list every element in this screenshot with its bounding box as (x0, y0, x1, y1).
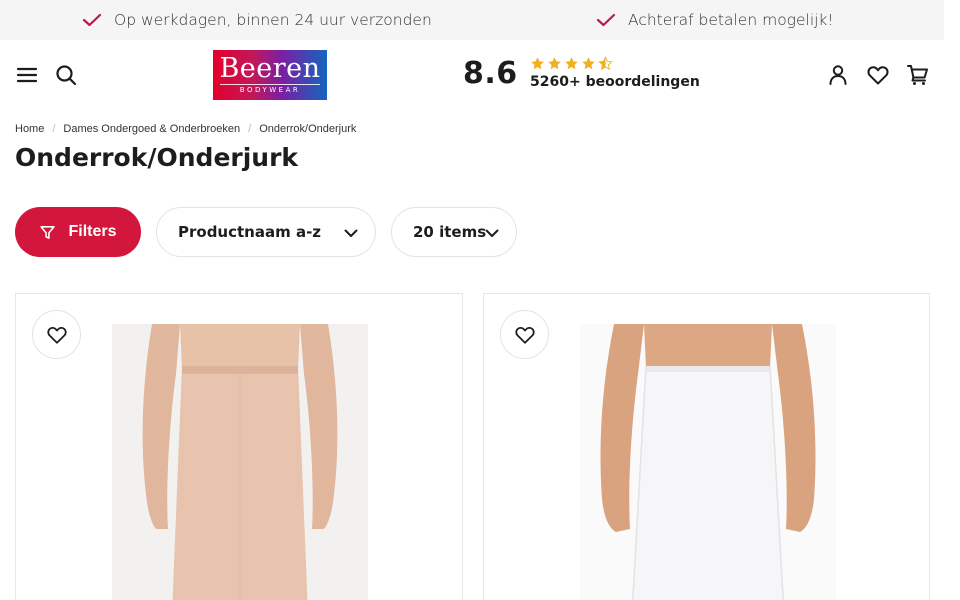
heart-icon (514, 326, 535, 344)
usp-text: Op werkdagen, binnen 24 uur verzonden (114, 11, 432, 29)
wishlist-button[interactable] (32, 310, 81, 359)
breadcrumb: Home / Dames Ondergoed & Onderbroeken / … (15, 123, 356, 135)
product-card[interactable] (15, 293, 463, 600)
breadcrumb-separator: / (248, 123, 252, 135)
logo-wordmark: Beeren (219, 52, 321, 84)
star-icon (582, 57, 595, 70)
cart-icon[interactable] (906, 63, 930, 87)
chevron-down-icon (344, 229, 358, 237)
check-icon (82, 13, 102, 27)
page-title: Onderrok/Onderjurk (15, 143, 299, 172)
wishlist-button[interactable] (500, 310, 549, 359)
chevron-down-icon (485, 229, 499, 237)
rating-stars (530, 56, 613, 71)
breadcrumb-current[interactable]: Onderrok/Onderjurk (259, 123, 356, 135)
product-image[interactable] (580, 324, 836, 600)
breadcrumb-separator: / (52, 123, 56, 135)
sort-value: Productnaam a-z (178, 223, 322, 241)
product-card[interactable] (483, 293, 930, 600)
heart-icon (46, 326, 67, 344)
usp-bar: Op werkdagen, binnen 24 uur verzonden Ac… (0, 0, 944, 40)
rating-count[interactable]: 5260+ beoordelingen (530, 74, 700, 90)
check-icon (596, 13, 616, 27)
user-icon[interactable] (826, 63, 850, 87)
star-icon (548, 57, 561, 70)
logo-subline: BODYWEAR (220, 83, 320, 94)
product-image[interactable] (112, 324, 368, 600)
breadcrumb-link-category[interactable]: Dames Ondergoed & Onderbroeken (63, 123, 240, 135)
usp-item: Op werkdagen, binnen 24 uur verzonden (82, 0, 432, 40)
brand-logo[interactable]: Beeren BODYWEAR (213, 50, 327, 100)
filter-icon (40, 225, 56, 239)
breadcrumb-link-home[interactable]: Home (15, 123, 44, 135)
menu-icon[interactable] (15, 63, 39, 87)
star-icon (531, 57, 544, 70)
filters-button[interactable]: Filters (15, 207, 141, 257)
search-icon[interactable] (54, 63, 78, 87)
items-per-page-select[interactable]: 20 items (391, 207, 517, 257)
sort-select[interactable]: Productnaam a-z (156, 207, 376, 257)
usp-item: Achteraf betalen mogelijk! (596, 0, 834, 40)
star-half-icon (598, 56, 613, 71)
rating-score: 8.6 (463, 56, 518, 91)
filters-label: Filters (68, 223, 117, 240)
heart-icon[interactable] (866, 63, 890, 87)
star-icon (565, 57, 578, 70)
usp-text: Achteraf betalen mogelijk! (628, 11, 834, 29)
items-per-page-value: 20 items (413, 223, 487, 241)
